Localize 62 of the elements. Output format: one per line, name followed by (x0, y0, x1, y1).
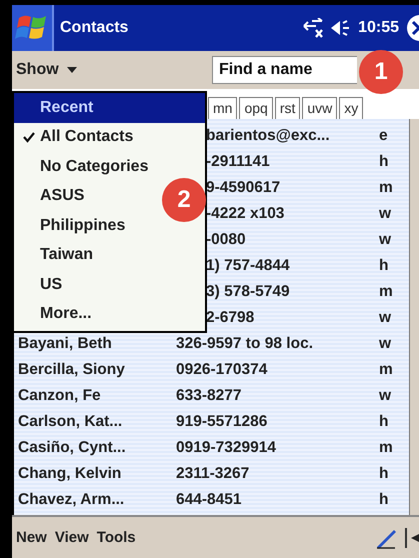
clock-time[interactable]: 10:55 (358, 19, 399, 37)
menu-option[interactable]: More... (14, 300, 96, 329)
menu-option[interactable]: All Contacts (14, 122, 138, 152)
contact-type: m (379, 179, 394, 197)
contact-type: h (379, 413, 390, 431)
letter-tab[interactable]: rst (274, 97, 300, 119)
menu-option[interactable]: No Categories (14, 152, 152, 182)
close-icon[interactable] (405, 13, 419, 43)
window-title: Contacts (60, 19, 130, 37)
contact-detail: 644-8451 (176, 491, 243, 509)
menu-option[interactable]: Recent (14, 93, 205, 122)
contact-type: h (379, 491, 390, 509)
contact-detail: 326-9597 to 98 loc. (176, 335, 314, 353)
contact-name[interactable]: Chang, Kelvin (14, 465, 176, 483)
contact-name[interactable]: Chavez, Arm... (14, 491, 176, 509)
contact-detail: -2911141 (206, 153, 271, 171)
menu-item[interactable]: View (54, 529, 89, 546)
contact-type: w (379, 231, 392, 249)
contact-detail: 3) 578-5749 (206, 283, 291, 301)
contact-type: e (379, 127, 389, 145)
input-arrow-icon[interactable] (405, 528, 419, 548)
contact-detail: -4222 x103 (206, 205, 286, 223)
letter-tab[interactable]: mn (208, 97, 238, 119)
contact-detail: 1) 757-4844 (206, 257, 291, 275)
menu-option[interactable]: Philippines (14, 211, 130, 240)
contact-detail: 919-5571286 (176, 413, 268, 431)
contact-type: w (379, 387, 392, 405)
show-dropdown[interactable]: Show (12, 61, 81, 79)
menu-option[interactable]: ASUS (14, 182, 88, 211)
contact-detail: 2-6798 (206, 309, 256, 327)
contact-type: w (379, 205, 392, 223)
menu-item[interactable]: New (16, 529, 47, 546)
contact-type: m (379, 361, 394, 379)
contact-detail: 9-4590617 (206, 179, 282, 197)
contact-detail: 2311-3267 (176, 465, 250, 483)
contact-detail: -0080 (206, 231, 247, 249)
letter-tab[interactable]: uvw (302, 97, 338, 119)
contact-detail: barientos@exc... (206, 127, 331, 145)
contact-name[interactable]: Bayani, Beth (14, 335, 176, 353)
letter-tab[interactable]: xy (339, 97, 364, 119)
contact-type: h (379, 465, 390, 483)
contact-type: h (379, 257, 390, 275)
contact-name[interactable]: Casiño, Cynt... (14, 439, 176, 457)
menu-option[interactable]: US (14, 270, 66, 300)
menu-option[interactable]: Taiwan (14, 240, 98, 270)
contact-name[interactable]: Canzon, Fe (14, 387, 176, 405)
contact-type: m (379, 283, 394, 301)
search-field[interactable]: Find a name (212, 56, 357, 84)
contact-detail: 633-8277 (176, 387, 243, 405)
contact-type: m (379, 439, 394, 457)
contact-type: h (379, 153, 390, 171)
start-flag-icon[interactable] (12, 5, 54, 51)
letter-tab[interactable]: opq (239, 97, 273, 119)
contact-detail: 0919-7329914 (176, 439, 277, 457)
caret-icon (66, 67, 77, 73)
menu-item[interactable]: Tools (96, 529, 136, 546)
scroll-bar[interactable] (410, 119, 419, 515)
contact-type: w (379, 309, 392, 327)
contact-name[interactable]: Carlson, Kat... (14, 413, 176, 431)
contact-type: w (379, 335, 392, 353)
contact-name[interactable]: Bercilla, Siony (14, 361, 176, 379)
contact-detail: 0926-170374 (176, 361, 268, 379)
